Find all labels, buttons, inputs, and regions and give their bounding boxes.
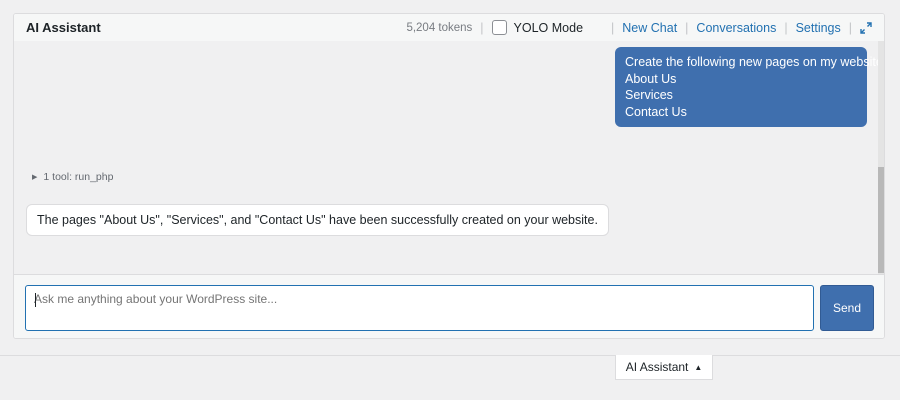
tool-summary-toggle[interactable]: ▶ 1 tool: run_php xyxy=(32,171,113,183)
bottom-divider xyxy=(0,355,900,356)
conversations-link[interactable]: Conversations xyxy=(696,21,776,35)
divider: | xyxy=(480,20,484,35)
disclosure-triangle-icon: ▶ xyxy=(32,174,38,181)
settings-link[interactable]: Settings xyxy=(796,21,841,35)
text-caret xyxy=(35,293,36,307)
divider: | xyxy=(611,20,615,35)
user-message-line: Services xyxy=(625,88,673,102)
yolo-mode-label[interactable]: YOLO Mode xyxy=(514,21,583,35)
message-list[interactable]: Create the following new pages on my web… xyxy=(14,41,884,274)
header-toolbar: 5,204 tokens | YOLO Mode | New Chat | Co… xyxy=(406,14,872,41)
divider: | xyxy=(848,20,852,35)
new-chat-link[interactable]: New Chat xyxy=(622,21,677,35)
send-button[interactable]: Send xyxy=(820,285,874,331)
yolo-mode-checkbox[interactable] xyxy=(491,20,507,35)
expand-icon[interactable] xyxy=(860,21,872,34)
scrollbar-thumb[interactable] xyxy=(878,167,884,273)
panel-header: AI Assistant 5,204 tokens | YOLO Mode | … xyxy=(14,14,884,42)
divider: | xyxy=(784,20,788,35)
tool-summary-text: 1 tool: run_php xyxy=(43,171,114,183)
composer: Send xyxy=(14,274,884,338)
divider: | xyxy=(685,20,689,35)
token-count: 5,204 tokens xyxy=(406,21,473,34)
scrollbar-track[interactable] xyxy=(878,41,884,274)
user-message-line: Create the following new pages on my web… xyxy=(625,55,885,69)
panel-title: AI Assistant xyxy=(26,20,101,35)
bottom-tab-label: AI Assistant xyxy=(625,360,689,374)
ai-assistant-toggle-tab[interactable]: AI Assistant ▲ xyxy=(615,355,713,380)
user-message-line: About Us xyxy=(625,71,677,86)
message-input[interactable] xyxy=(25,285,814,331)
user-message-line: Contact Us xyxy=(625,104,687,119)
triangle-up-icon: ▲ xyxy=(694,362,703,372)
user-message: Create the following new pages on my web… xyxy=(615,47,885,127)
ai-assistant-panel: AI Assistant 5,204 tokens | YOLO Mode | … xyxy=(13,13,885,339)
assistant-message: The pages "About Us", "Services", and "C… xyxy=(26,204,609,236)
